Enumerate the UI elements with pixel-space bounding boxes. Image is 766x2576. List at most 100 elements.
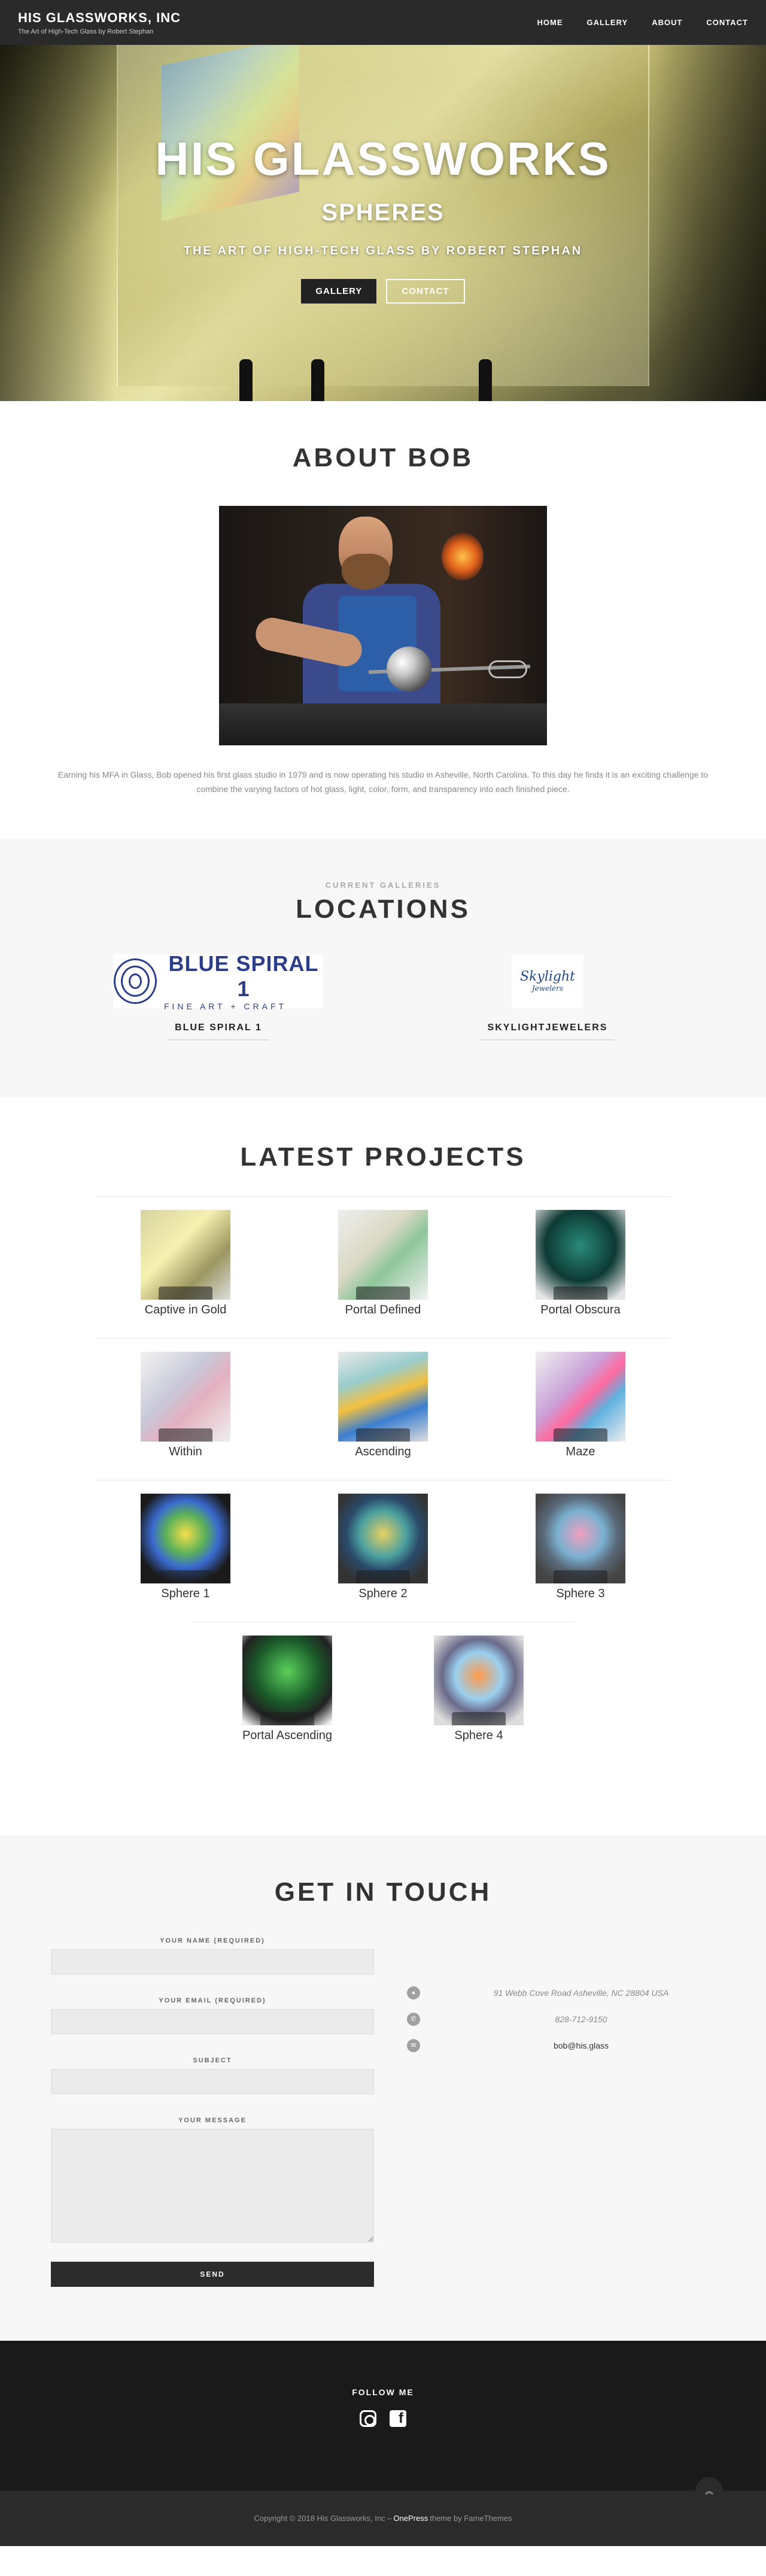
contact-info: ● 91 Webb Cove Road Asheville, NC 28804 … — [386, 1937, 742, 2287]
brand[interactable]: HIS GLASSWORKS, INC The Art of High-Tech… — [18, 10, 181, 35]
spiral-icon — [114, 958, 157, 1004]
hero-contact-button[interactable]: CONTACT — [386, 279, 465, 304]
address-row: ● 91 Webb Cove Road Asheville, NC 28804 … — [407, 1986, 742, 1999]
project-thumbnail[interactable] — [242, 1635, 332, 1725]
project-title[interactable]: Sphere 1 — [161, 1587, 209, 1601]
map-pin-icon: ● — [407, 1986, 420, 1999]
project-thumbnail[interactable] — [338, 1209, 428, 1300]
theme-link[interactable]: OnePress — [393, 2514, 428, 2523]
locations-title: LOCATIONS — [296, 894, 470, 924]
email-row: ✉ bob@his.glass — [407, 2038, 742, 2052]
project-row: Captive in Gold Portal Defined Portal Ob… — [96, 1196, 670, 1338]
project-title[interactable]: Portal Defined — [345, 1303, 421, 1317]
project-card[interactable]: Sphere 1 — [96, 1493, 275, 1601]
hero-gallery-button[interactable]: GALLERY — [301, 279, 377, 304]
address-text: 91 Webb Cove Road Asheville, NC 28804 US… — [493, 1988, 669, 1998]
logo-text: BLUE SPIRAL 1 — [168, 951, 319, 1001]
project-card[interactable]: Ascending — [293, 1351, 473, 1459]
project-card[interactable]: Captive in Gold — [96, 1209, 275, 1317]
follow-label: FOLLOW ME — [352, 2387, 414, 2397]
hero-stand-leg — [479, 359, 492, 401]
location-blue-spiral[interactable]: BLUE SPIRAL 1 FINE ART + CRAFT BLUE SPIR… — [93, 951, 344, 1040]
projects-section: LATEST PROJECTS Captive in Gold Portal D… — [0, 1097, 766, 1835]
phone-text: 828-712-9150 — [555, 2014, 607, 2024]
email-label: YOUR EMAIL (REQUIRED) — [159, 1997, 266, 2004]
logo-subtext: Jewelers — [531, 984, 564, 993]
project-thumbnail[interactable] — [141, 1493, 230, 1583]
theme-credit: theme by FameThemes — [430, 2513, 512, 2523]
location-skylight[interactable]: Skylight Jewelers SKYLIGHTJEWELERS — [422, 954, 673, 1040]
back-to-top-icon[interactable]: ︽ — [695, 2477, 723, 2505]
contact-title: GET IN TOUCH — [274, 1877, 492, 1907]
project-thumbnail[interactable] — [141, 1209, 230, 1300]
furnace-glow — [442, 533, 484, 581]
message-field[interactable] — [51, 2128, 374, 2243]
tool-wheels — [488, 660, 527, 678]
email-link[interactable]: bob@his.glass — [420, 2041, 742, 2050]
copyright-text: Copyright © 2018 His Glassworks, Inc – — [254, 2513, 392, 2523]
project-title[interactable]: Sphere 4 — [454, 1729, 503, 1743]
nav-gallery[interactable]: GALLERY — [587, 18, 628, 27]
instagram-icon[interactable] — [360, 2410, 376, 2427]
glass-sphere — [387, 647, 431, 691]
project-title[interactable]: Maze — [566, 1445, 595, 1459]
project-title[interactable]: Sphere 2 — [358, 1587, 407, 1601]
subject-field[interactable] — [51, 2068, 374, 2094]
send-button[interactable]: SEND — [51, 2261, 374, 2287]
work-bench — [219, 703, 547, 745]
name-field[interactable] — [51, 1949, 374, 1974]
project-thumbnail[interactable] — [536, 1493, 625, 1583]
project-title[interactable]: Ascending — [355, 1445, 411, 1459]
name-label: YOUR NAME (REQUIRED) — [160, 1937, 265, 1944]
location-name[interactable]: BLUE SPIRAL 1 — [168, 1022, 269, 1040]
skylight-logo[interactable]: Skylight Jewelers — [512, 954, 583, 1008]
contact-form: YOUR NAME (REQUIRED) YOUR EMAIL (REQUIRE… — [39, 1937, 386, 2287]
email-field[interactable] — [51, 2008, 374, 2034]
about-section: ABOUT BOB Earning his MFA in Glass, Bob … — [0, 401, 766, 839]
about-title: ABOUT BOB — [292, 443, 474, 472]
project-title[interactable]: Sphere 3 — [556, 1587, 604, 1601]
project-card[interactable]: Within — [96, 1351, 275, 1459]
project-card[interactable]: Sphere 2 — [293, 1493, 473, 1601]
phone-icon: ✆ — [407, 2012, 420, 2026]
project-title[interactable]: Portal Obscura — [540, 1303, 620, 1317]
project-row: Sphere 1 Sphere 2 Sphere 3 — [96, 1479, 670, 1622]
main-nav: HOME GALLERY ABOUT CONTACT — [537, 18, 748, 27]
project-title[interactable]: Captive in Gold — [145, 1303, 227, 1317]
subject-label: SUBJECT — [193, 2056, 232, 2064]
project-thumbnail[interactable] — [141, 1351, 230, 1442]
project-thumbnail[interactable] — [338, 1493, 428, 1583]
project-card[interactable]: Portal Defined — [293, 1209, 473, 1317]
phone-row: ✆ 828-712-9150 — [407, 2012, 742, 2026]
project-thumbnail[interactable] — [338, 1351, 428, 1442]
projects-title: LATEST PROJECTS — [240, 1142, 526, 1172]
project-title[interactable]: Portal Ascending — [242, 1729, 332, 1743]
artist-beard — [342, 554, 390, 590]
site-header: HIS GLASSWORKS, INC The Art of High-Tech… — [0, 0, 766, 45]
project-card[interactable]: Portal Obscura — [491, 1209, 670, 1317]
project-thumbnail[interactable] — [536, 1351, 625, 1442]
project-card[interactable]: Sphere 3 — [491, 1493, 670, 1601]
project-thumbnail[interactable] — [434, 1635, 524, 1725]
project-row: Within Ascending Maze — [96, 1337, 670, 1480]
hero-stand-leg — [311, 359, 324, 401]
contact-section: GET IN TOUCH YOUR NAME (REQUIRED) YOUR E… — [0, 1835, 766, 2341]
site-title[interactable]: HIS GLASSWORKS, INC — [18, 10, 181, 26]
site-footer: FOLLOW ME — [0, 2340, 766, 2490]
nav-home[interactable]: HOME — [537, 18, 563, 27]
project-card[interactable]: Sphere 4 — [389, 1635, 569, 1743]
nav-contact[interactable]: CONTACT — [706, 18, 748, 27]
logo-subtext: FINE ART + CRAFT — [163, 1001, 287, 1011]
facebook-icon[interactable] — [390, 2410, 406, 2427]
blue-spiral-logo[interactable]: BLUE SPIRAL 1 FINE ART + CRAFT — [114, 951, 323, 1011]
copyright-bar: Copyright © 2018 His Glassworks, Inc – O… — [0, 2477, 766, 2546]
location-name[interactable]: SKYLIGHTJEWELERS — [480, 1022, 615, 1040]
hero-section: HIS GLASSWORKS SPHERES THE ART OF HIGH-T… — [0, 45, 766, 401]
nav-about[interactable]: ABOUT — [652, 18, 682, 27]
envelope-icon: ✉ — [407, 2038, 420, 2052]
project-card[interactable]: Maze — [491, 1351, 670, 1459]
project-thumbnail[interactable] — [536, 1209, 625, 1300]
project-title[interactable]: Within — [169, 1445, 202, 1459]
project-row: Portal Ascending Sphere 4 — [192, 1621, 574, 1764]
project-card[interactable]: Portal Ascending — [197, 1635, 377, 1743]
